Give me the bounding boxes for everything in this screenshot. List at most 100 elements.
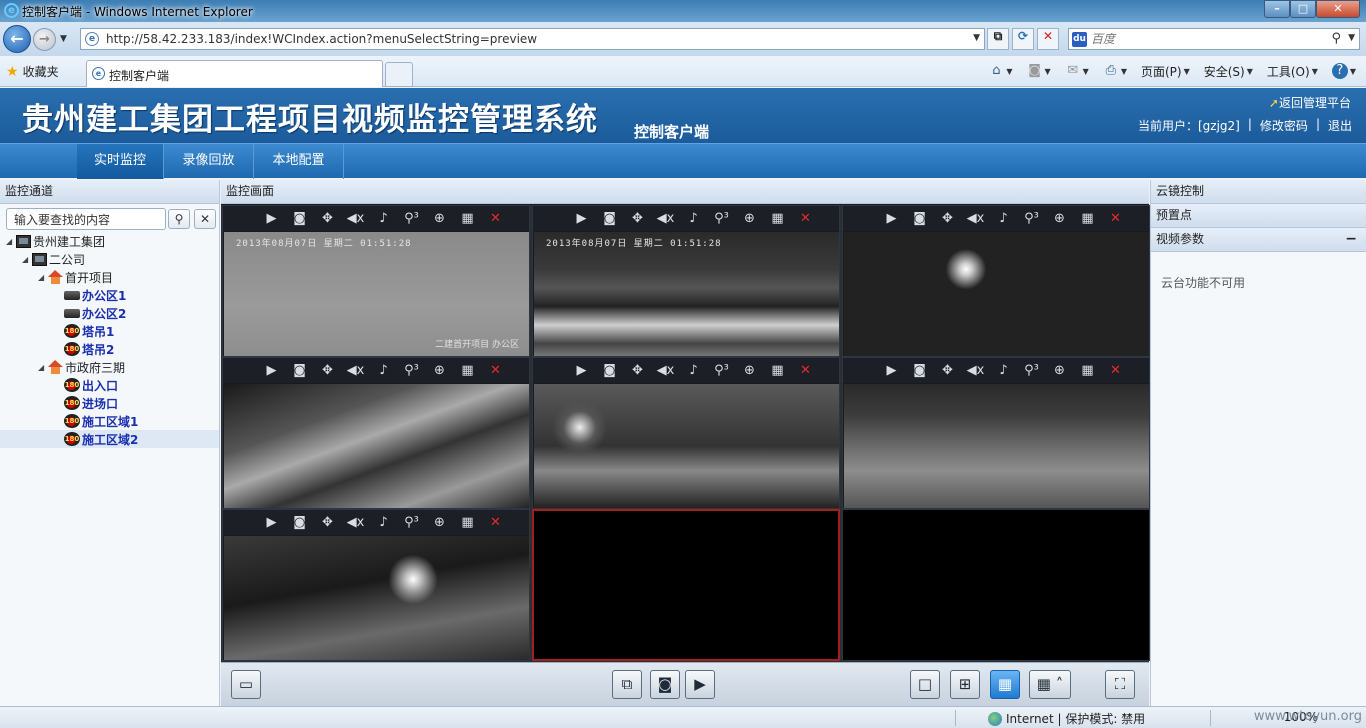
close-icon[interactable]: ✕	[484, 210, 507, 228]
close-icon[interactable]: ✕	[484, 514, 507, 532]
snapshot-icon[interactable]: ◙	[908, 362, 931, 380]
help-button[interactable]: ? ▼	[1328, 62, 1360, 80]
channel-search-input[interactable]	[6, 208, 166, 230]
fullscreen-window-button[interactable]: ▭	[231, 670, 261, 699]
close-window-button[interactable]: ✕	[1316, 0, 1360, 18]
print-button[interactable]: ⎙ ▼	[1099, 62, 1131, 80]
zoom-3d-icon[interactable]: ⚲³	[1020, 362, 1043, 380]
expand-toggle-icon[interactable]: ◢	[22, 255, 32, 264]
zoom-3d-icon[interactable]: ⚲³	[1020, 210, 1043, 228]
tools-menu[interactable]: 工具(O) ▼	[1263, 62, 1322, 80]
video-feed[interactable]: 2013年08月07日 星期二 01:51:28	[534, 232, 839, 356]
snapshot-icon[interactable]: ◙	[288, 362, 311, 380]
tree-camera-item[interactable]: 180 塔吊2	[0, 340, 219, 358]
ptz-icon[interactable]: ✥	[936, 210, 959, 228]
collapse-icon[interactable]: −	[1345, 228, 1357, 251]
stream-icon[interactable]: ▦	[766, 210, 789, 228]
tree-group-item[interactable]: ◢ 首开项目	[0, 268, 219, 286]
mic-icon[interactable]: ♪	[992, 210, 1015, 228]
video-cell[interactable]	[842, 509, 1150, 661]
video-feed[interactable]: 2013年08月07日 星期二 01:51:28 二建首开项目 办公区	[224, 232, 529, 356]
tab-local-config[interactable]: 本地配置	[254, 144, 344, 179]
tree-camera-item[interactable]: 办公区1	[0, 286, 219, 304]
zoom-in-icon[interactable]: ⊕	[428, 210, 451, 228]
video-cell[interactable]: ▶ ◙ ✥ ◀x ♪ ⚲³ ⊕ ▦ ✕ 2013年08月07日 星期二 01:51:28 二建首开项…	[222, 205, 530, 357]
tab-playback[interactable]: 录像回放	[164, 144, 254, 179]
address-field[interactable]: e http://58.42.233.183/index!WCIndex.act…	[80, 28, 985, 50]
url-dropdown-icon[interactable]: ▼	[973, 33, 980, 43]
snapshot-icon[interactable]: ◙	[908, 210, 931, 228]
zoom-in-icon[interactable]: ⊕	[428, 514, 451, 532]
section-presets[interactable]: 预置点	[1151, 204, 1366, 228]
minimize-button[interactable]: –	[1264, 0, 1290, 18]
stream-icon[interactable]: ▦	[456, 362, 479, 380]
record-icon[interactable]: ▶	[570, 210, 593, 228]
tree-group-item[interactable]: ◢ 市政府三期	[0, 358, 219, 376]
stream-icon[interactable]: ▦	[1076, 210, 1099, 228]
record-all-button[interactable]: ▶	[685, 670, 715, 699]
back-button[interactable]: ←	[3, 25, 31, 53]
close-icon[interactable]: ✕	[794, 362, 817, 380]
video-feed[interactable]	[844, 232, 1149, 356]
record-icon[interactable]: ▶	[260, 210, 283, 228]
ptz-icon[interactable]: ✥	[316, 210, 339, 228]
mute-icon[interactable]: ◀x	[654, 210, 677, 228]
stream-icon[interactable]: ▦	[766, 362, 789, 380]
video-cell[interactable]: ▶ ◙ ✥ ◀x ♪ ⚲³ ⊕ ▦ ✕	[532, 357, 840, 509]
record-icon[interactable]: ▶	[880, 362, 903, 380]
stop-button[interactable]: ✕	[1037, 28, 1059, 50]
zoom-3d-icon[interactable]: ⚲³	[710, 362, 733, 380]
close-all-button[interactable]: ⧉	[612, 670, 642, 699]
close-icon[interactable]: ✕	[484, 362, 507, 380]
forward-button[interactable]: →	[33, 28, 56, 51]
video-cell[interactable]: ▶ ◙ ✥ ◀x ♪ ⚲³ ⊕ ▦ ✕	[222, 357, 530, 509]
record-icon[interactable]: ▶	[260, 514, 283, 532]
zoom-in-icon[interactable]: ⊕	[1048, 362, 1071, 380]
video-cell[interactable]: ▶ ◙ ✥ ◀x ♪ ⚲³ ⊕ ▦ ✕	[842, 205, 1150, 357]
section-video-params[interactable]: 视频参数 −	[1151, 228, 1366, 252]
record-icon[interactable]: ▶	[260, 362, 283, 380]
stream-icon[interactable]: ▦	[456, 514, 479, 532]
ptz-icon[interactable]: ✥	[316, 514, 339, 532]
tree-camera-item[interactable]: 180 进场口	[0, 394, 219, 412]
stream-icon[interactable]: ▦	[1076, 362, 1099, 380]
video-cell[interactable]: ▶ ◙ ✥ ◀x ♪ ⚲³ ⊕ ▦ ✕ 2013年08月07日 星期二 01:51:28	[532, 205, 840, 357]
video-cell[interactable]: ▶ ◙ ✥ ◀x ♪ ⚲³ ⊕ ▦ ✕	[222, 509, 530, 661]
tab-live-monitor[interactable]: 实时监控	[77, 144, 164, 179]
mute-icon[interactable]: ◀x	[964, 210, 987, 228]
tree-camera-item[interactable]: 180 施工区域1	[0, 412, 219, 430]
video-cell[interactable]	[532, 509, 840, 661]
close-icon[interactable]: ✕	[1104, 210, 1127, 228]
tree-group-item[interactable]: ◢ 二公司	[0, 250, 219, 268]
feeds-button[interactable]: ◙ ▼	[1023, 62, 1055, 80]
zoom-3d-icon[interactable]: ⚲³	[400, 210, 423, 228]
logout-link[interactable]: 退出	[1328, 117, 1352, 134]
snapshot-icon[interactable]: ◙	[598, 362, 621, 380]
tree-camera-item[interactable]: 180 塔吊1	[0, 322, 219, 340]
new-tab-button[interactable]	[385, 62, 413, 87]
back-to-admin-link[interactable]: ➚返回管理平台	[1269, 94, 1351, 111]
record-icon[interactable]: ▶	[880, 210, 903, 228]
tree-group-item[interactable]: ◢ 贵州建工集团	[0, 232, 219, 250]
record-icon[interactable]: ▶	[570, 362, 593, 380]
expand-toggle-icon[interactable]: ◢	[38, 363, 48, 372]
mute-icon[interactable]: ◀x	[344, 210, 367, 228]
mic-icon[interactable]: ♪	[682, 362, 705, 380]
page-menu[interactable]: 页面(P) ▼	[1137, 62, 1194, 80]
close-icon[interactable]: ✕	[794, 210, 817, 228]
layout-9-button[interactable]: ▦	[990, 670, 1020, 699]
web-search-input[interactable]	[1091, 31, 1321, 47]
mic-icon[interactable]: ♪	[992, 362, 1015, 380]
snapshot-all-button[interactable]: ◙	[650, 670, 680, 699]
change-password-link[interactable]: 修改密码	[1260, 117, 1308, 134]
mic-icon[interactable]: ♪	[372, 514, 395, 532]
home-button[interactable]: ⌂ ▼	[984, 62, 1016, 80]
mic-icon[interactable]: ♪	[372, 362, 395, 380]
zoom-3d-icon[interactable]: ⚲³	[710, 210, 733, 228]
snapshot-icon[interactable]: ◙	[288, 514, 311, 532]
mic-icon[interactable]: ♪	[682, 210, 705, 228]
tree-camera-item[interactable]: 180 施工区域2	[0, 430, 219, 448]
zoom-in-icon[interactable]: ⊕	[738, 210, 761, 228]
video-feed[interactable]	[534, 384, 839, 508]
video-cell[interactable]: ▶ ◙ ✥ ◀x ♪ ⚲³ ⊕ ▦ ✕	[842, 357, 1150, 509]
